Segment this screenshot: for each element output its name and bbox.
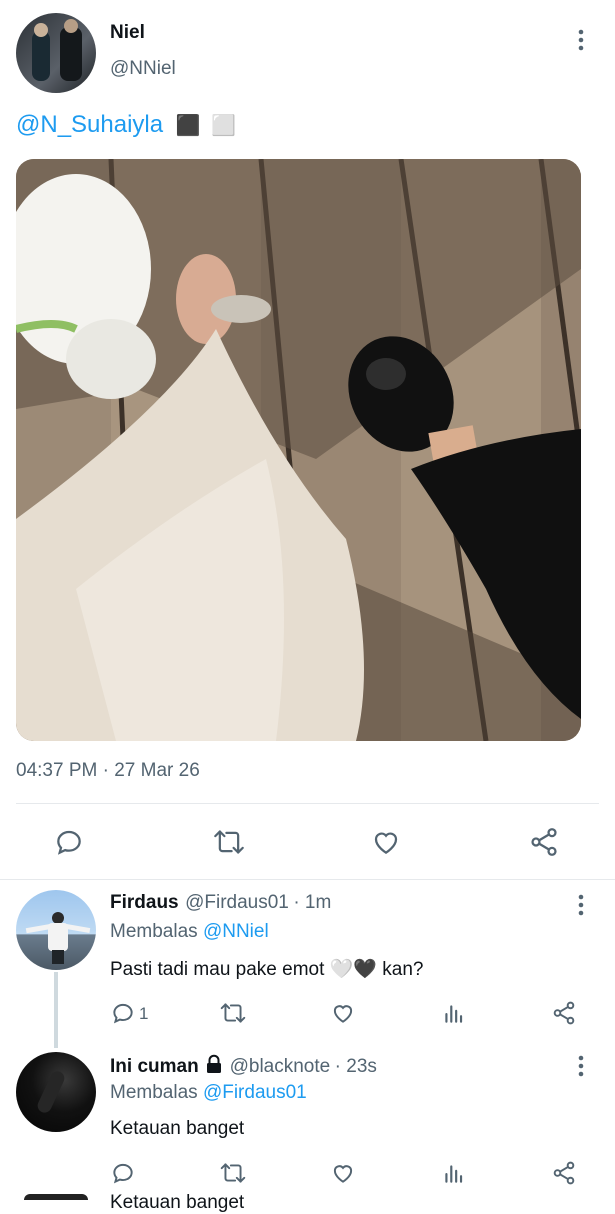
share-icon[interactable] [551,1160,577,1186]
reply-author-name[interactable]: Ini cuman [110,1056,199,1077]
divider [0,879,615,880]
retweet-icon[interactable] [212,826,246,858]
analytics-icon[interactable] [441,1160,467,1186]
reply-icon[interactable] [110,1160,136,1186]
author-handle[interactable]: @NNiel [110,58,176,80]
next-reply-avatar-partial [24,1194,88,1200]
author-avatar[interactable] [16,13,96,93]
replying-to-link[interactable]: @NNiel [203,921,269,942]
mention-link[interactable]: @N_Suhaiyla [16,111,163,138]
reply-header: Firdaus @Firdaus01 · 1m [110,892,331,914]
tweet-text: @N_Suhaiyla ⬛ ⬜ [16,110,236,141]
reply-text: Ketauan banget [110,1118,245,1139]
share-icon[interactable] [528,826,560,858]
replying-prefix: Membalas [110,921,198,942]
thread-line [54,972,58,1048]
tweet-photo[interactable] [16,159,581,741]
more-options-icon[interactable] [573,1054,589,1083]
reply-header: Ini cuman @blacknote · 23s [110,1054,377,1078]
author-name[interactable]: Niel [110,22,145,44]
reply-icon[interactable] [53,826,85,858]
retweet-icon[interactable] [219,1000,247,1026]
reply-time: · 23s [334,1056,377,1077]
replying-to-link[interactable]: @Firdaus01 [203,1082,307,1103]
reply-avatar[interactable] [16,890,96,970]
emoji-black-square: ⬛ [175,115,201,137]
tweet-timestamp[interactable]: 04:37 PM · 27 Mar 26 [16,760,200,782]
reply-text: Pasti tadi mau pake emot 🤍🖤 kan? [110,959,424,980]
reply-avatar[interactable] [16,1052,96,1132]
replying-prefix: Membalas [110,1082,198,1103]
more-options-icon[interactable] [573,28,589,57]
replying-to: Membalas @NNiel [110,921,269,943]
next-reply-text-partial: Ketauan banget [110,1192,245,1213]
like-icon[interactable] [330,1000,356,1026]
emoji-white-square: ⬜ [211,115,237,137]
like-icon[interactable] [330,1160,356,1186]
retweet-icon[interactable] [219,1160,247,1186]
more-options-icon[interactable] [573,893,589,922]
reply-count: 1 [139,1004,149,1023]
reply-time: · 1m [293,892,332,913]
analytics-icon[interactable] [441,1000,467,1026]
reply-icon[interactable] [110,1000,136,1026]
reply-author-name[interactable]: Firdaus [110,892,179,913]
share-icon[interactable] [551,1000,577,1026]
lock-icon [205,1054,223,1074]
reply-author-handle[interactable]: @Firdaus01 [185,892,289,913]
divider [16,803,599,804]
like-icon[interactable] [370,826,402,858]
replying-to: Membalas @Firdaus01 [110,1082,307,1104]
reply-author-handle[interactable]: @blacknote [230,1056,331,1077]
